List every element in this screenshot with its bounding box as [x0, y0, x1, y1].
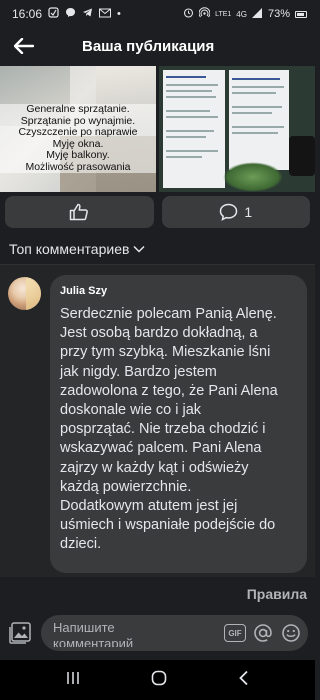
comment-composer: Напишите комментарий GIF [0, 610, 315, 656]
comment-line: przy tym szybką. Mieszkanie lśni [60, 344, 271, 361]
comment-button[interactable]: 1 [161, 196, 310, 228]
thumbs-up-icon [70, 203, 89, 221]
post-images: Generalne sprzątanie. Sprzątanie po wyna… [0, 66, 315, 192]
comment-line: jak nigdy. Bardzo jestem [60, 363, 217, 380]
comment-line: zajrzy w każdy kąt i odświeży [60, 459, 249, 476]
status-bar: 16:06 • LTE1 4G 73% [0, 0, 315, 28]
image-gallery-icon [9, 622, 31, 644]
signal-label: 4G [236, 9, 247, 19]
rules-link[interactable]: Правила [247, 586, 307, 602]
comment-bubble[interactable]: Julia Szy Serdecznie polecam Panią Alenę… [50, 275, 307, 573]
comment-line: wskazywać palcem. Pani Alena [60, 440, 262, 457]
chevron-down-icon [133, 245, 145, 253]
post-image-screenshots[interactable] [159, 66, 315, 192]
promo-line: Czyszczenie po naprawie [0, 126, 156, 139]
gif-button[interactable]: GIF [224, 622, 246, 644]
messenger-icon [65, 7, 76, 21]
mail-icon [99, 8, 112, 21]
comment-item: Julia Szy Serdecznie polecam Panią Alenę… [0, 265, 315, 577]
post-actions: 1 [0, 196, 315, 230]
comment-line: Dodatkowym atutem jest jej [60, 498, 238, 515]
back-nav-button[interactable] [238, 670, 250, 691]
sort-label: Топ комментариев [9, 241, 130, 257]
gif-icon: GIF [224, 624, 246, 642]
status-time: 16:06 [12, 7, 43, 21]
promo-line: Możliwość prasowania [0, 161, 156, 173]
screenshot-thumbnail [163, 70, 225, 188]
battery-icon [295, 10, 307, 18]
arrow-left-icon [14, 38, 34, 54]
sticker-button[interactable] [280, 622, 302, 644]
alarm-icon [183, 7, 194, 21]
home-button[interactable] [151, 670, 167, 691]
comment-line: Serdecznie polecam Panią Alenę. [60, 306, 277, 322]
comment-input[interactable]: Напишите комментарий GIF [41, 615, 308, 651]
comment-line: Jest osobą bardzo dokładną, a [60, 325, 258, 342]
notification-icon [48, 7, 59, 21]
header: Ваша публикация [0, 28, 315, 64]
battery-percent: 73% [267, 8, 290, 20]
signal-icon [251, 7, 263, 21]
mention-button[interactable] [252, 622, 274, 644]
plant-decoration [223, 162, 283, 192]
placeholder-line: комментарий [53, 636, 134, 647]
comment-line: każdą powierzchnie. [60, 478, 192, 495]
comment-author[interactable]: Julia Szy [60, 285, 297, 297]
cup-decoration [289, 136, 315, 176]
like-button[interactable] [5, 196, 154, 228]
system-nav-bar [0, 660, 315, 700]
comment-line: zadowolona z tego, że Pani Alena [60, 382, 278, 399]
home-icon [152, 670, 167, 685]
placeholder-line: Напишите [53, 620, 115, 635]
comment-line: dzieci. [60, 536, 102, 553]
comment-line: uśmiech i wspaniałe podejście do [60, 517, 276, 534]
comment-sort-dropdown[interactable]: Топ комментариев [9, 241, 145, 257]
promo-text: Generalne sprzątanie. Sprzątanie po wyna… [0, 103, 156, 173]
dot-icon: • [117, 7, 121, 20]
smiley-icon [282, 624, 300, 642]
hotspot-icon [198, 7, 211, 21]
chevron-left-icon [239, 670, 248, 685]
screenshot-thumbnail [229, 70, 289, 170]
telegram-icon [82, 7, 93, 21]
rules-row: Правила [0, 580, 315, 606]
comment-bubble-icon [220, 203, 238, 221]
at-sign-icon [254, 624, 272, 642]
gallery-button[interactable] [7, 620, 33, 646]
post-image-promo[interactable]: Generalne sprzątanie. Sprzątanie po wyna… [0, 66, 156, 192]
comment-line: posprzątać. Nie trzeba chodzić i [60, 421, 266, 438]
promo-line: Myję balkony. [0, 149, 156, 162]
comment-count: 1 [244, 204, 253, 220]
recent-apps-button[interactable] [65, 671, 81, 690]
back-button[interactable] [10, 32, 38, 60]
comment-input-placeholder: Напишите комментарий [53, 619, 213, 647]
network-label: LTE1 [215, 10, 232, 18]
recent-apps-icon [67, 671, 79, 684]
avatar[interactable] [8, 277, 41, 310]
comment-line: doskonale wie co i jak [60, 402, 202, 419]
comment-text: Serdecznie polecam Panią Alenę. Jest oso… [60, 305, 297, 555]
promo-line: Generalne sprzątanie. [0, 103, 156, 116]
page-title: Ваша публикация [82, 37, 215, 55]
